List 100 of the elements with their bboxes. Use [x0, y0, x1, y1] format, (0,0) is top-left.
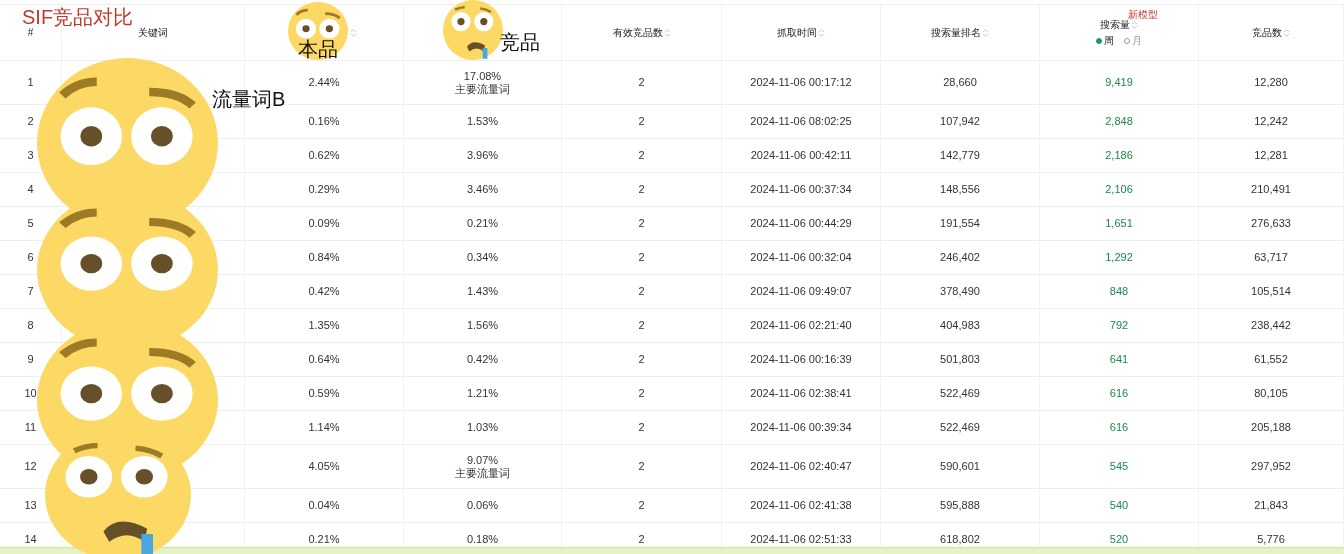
table-cell: 2 — [638, 149, 645, 162]
table-cell: 1.35% — [308, 319, 340, 332]
table-cell: 1.56% — [466, 319, 499, 332]
table-cell: 1.43% — [466, 285, 499, 298]
table-cell: 2024-11-06 02:41:38 — [750, 499, 852, 512]
table-cell: 0.21% — [308, 533, 340, 546]
table-cell: 4.05% — [308, 460, 340, 473]
sort-icon[interactable] — [350, 27, 357, 38]
table-cell: 545 — [1109, 460, 1129, 473]
table-cell: 5 — [27, 217, 34, 230]
table-cell: 2,186 — [1105, 149, 1133, 162]
table-cell: 520 — [1109, 533, 1129, 546]
table-cell: 107,942 — [940, 115, 980, 128]
table-cell: 501,803 — [940, 353, 980, 366]
table-cell: 616 — [1109, 421, 1129, 434]
table-cell: 1,292 — [1105, 251, 1133, 264]
table-cell: 378,490 — [940, 285, 980, 298]
table-cell: 2 — [638, 115, 645, 128]
table-cell: 2024-11-06 02:21:40 — [750, 319, 852, 332]
table-cell: 80,105 — [1254, 387, 1288, 400]
column-header[interactable]: 搜索量排名 — [931, 25, 981, 40]
cell-note: 主要流量词 — [455, 82, 510, 96]
table-cell: 276,633 — [1251, 217, 1291, 230]
table-cell: 2024-11-06 00:42:11 — [750, 149, 852, 162]
table-cell: 590,601 — [940, 460, 980, 473]
table-cell: 0.18% — [466, 533, 499, 546]
table-cell: 2 — [638, 285, 645, 298]
sort-icon[interactable] — [982, 27, 989, 38]
table-cell: 2024-11-06 00:16:39 — [750, 353, 852, 366]
sort-icon[interactable] — [818, 27, 825, 38]
table-cell: 3.96% — [466, 149, 499, 162]
table-cell: 2024-11-06 00:37:34 — [750, 183, 852, 196]
table-cell: 238,442 — [1251, 319, 1291, 332]
table-cell: 1,651 — [1105, 217, 1133, 230]
table-cell: 14 — [24, 533, 37, 546]
sort-icon[interactable] — [1131, 19, 1138, 30]
table-cell: 191,554 — [940, 217, 980, 230]
table-cell: 142,779 — [940, 149, 980, 162]
table-cell: 2 — [638, 76, 645, 89]
table-cell: 522,469 — [940, 387, 980, 400]
table-cell: 2 — [638, 421, 645, 434]
table-cell: 2 — [638, 353, 645, 366]
table-cell: 7 — [27, 285, 34, 298]
model-tag: 新模型 — [1128, 8, 1158, 22]
table-cell: 12 — [24, 460, 37, 473]
sort-icon[interactable] — [1283, 27, 1290, 38]
overlay-label: 竞品 — [500, 30, 540, 55]
cell-note: 主要流量词 — [455, 466, 510, 480]
table-cell: 13 — [24, 499, 37, 512]
table-cell: 618,802 — [940, 533, 980, 546]
column-header[interactable]: 竞品数 — [1252, 25, 1282, 40]
column-header[interactable]: 关键词 — [138, 25, 168, 40]
table-cell: 1.21% — [466, 387, 499, 400]
table-cell: 2 — [638, 387, 645, 400]
table-cell: 616 — [1109, 387, 1129, 400]
table-cell: 5,776 — [1257, 533, 1285, 546]
table-cell: 10 — [24, 387, 37, 400]
table-cell: 595,888 — [940, 499, 980, 512]
table-cell: 105,514 — [1251, 285, 1291, 298]
table-cell: 0.59% — [308, 387, 340, 400]
table-cell: 404,983 — [940, 319, 980, 332]
table-cell: 2024-11-06 09:49:07 — [750, 285, 852, 298]
table-cell: 12,280 — [1254, 76, 1288, 89]
table-cell: 1.14% — [308, 421, 340, 434]
sort-icon[interactable] — [663, 27, 671, 38]
radio-option[interactable]: 周 — [1096, 33, 1114, 48]
flushed-emoji-icon — [288, 2, 348, 60]
table-cell: 21,843 — [1254, 499, 1288, 512]
table-cell: 3 — [27, 149, 34, 162]
table-cell: 12,242 — [1254, 115, 1288, 128]
table-cell: 0.21% — [466, 217, 499, 230]
table-cell: 0.16% — [308, 115, 340, 128]
table-cell: 2 — [638, 217, 645, 230]
table-cell: 0.42% — [308, 285, 340, 298]
column-header[interactable]: 有效竞品数 — [612, 25, 663, 40]
table-cell: 1.53% — [466, 115, 499, 128]
table-cell: 0.84% — [308, 251, 340, 264]
table-cell: 2,848 — [1105, 115, 1133, 128]
table-cell: 9.07% — [466, 453, 499, 467]
table-cell: 4 — [27, 183, 34, 196]
table-cell: 0.64% — [308, 353, 340, 366]
table-cell: 246,402 — [940, 251, 980, 264]
table-cell: 2 — [638, 499, 645, 512]
table-cell: 2024-11-06 00:17:12 — [750, 76, 852, 89]
table-cell: 12,281 — [1254, 149, 1288, 162]
table-cell: 0.04% — [308, 499, 340, 512]
column-header[interactable]: 搜索量 — [1100, 17, 1130, 32]
table-cell: 3.46% — [466, 183, 499, 196]
table-cell: 540 — [1109, 499, 1129, 512]
table-cell: 0.06% — [466, 499, 499, 512]
table-cell: 2024-11-06 08:02:25 — [750, 115, 852, 128]
page-title: SIF竞品对比 — [22, 5, 134, 28]
table-cell: 2 — [638, 319, 645, 332]
table-cell: 2 — [27, 115, 34, 128]
table-cell: 2 — [638, 460, 645, 473]
table-cell: 8 — [27, 319, 34, 332]
table-cell: 0.62% — [308, 149, 340, 162]
column-header[interactable]: # — [27, 27, 34, 38]
table-cell: 63,717 — [1254, 251, 1288, 264]
column-header[interactable]: 抓取时间 — [777, 25, 817, 40]
